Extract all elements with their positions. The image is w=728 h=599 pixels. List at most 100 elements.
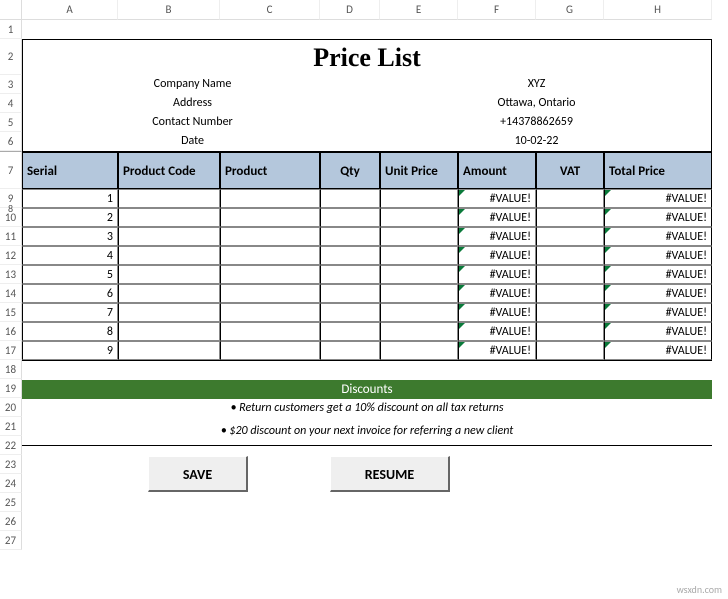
resume-button[interactable]: RESUME <box>330 456 450 492</box>
cell-serial[interactable]: 3 <box>22 227 118 246</box>
cell-unit-price[interactable] <box>380 227 458 246</box>
cell-unit-price[interactable] <box>380 322 458 341</box>
cell-serial[interactable]: 2 <box>22 208 118 227</box>
cell-serial[interactable]: 8 <box>22 322 118 341</box>
th-vat[interactable]: VAT <box>536 152 604 189</box>
cell-product[interactable] <box>220 341 320 360</box>
row-header[interactable]: 5 <box>0 113 22 132</box>
col-header-f[interactable]: F <box>458 0 536 20</box>
row-header[interactable]: 10 <box>0 208 22 227</box>
th-product-code[interactable]: Product Code <box>118 152 220 189</box>
cell-product[interactable] <box>220 246 320 265</box>
cell-vat[interactable] <box>536 341 604 360</box>
cell-qty[interactable] <box>320 303 380 322</box>
cell-qty[interactable] <box>320 265 380 284</box>
row-header[interactable]: 20 <box>0 398 22 417</box>
cell-qty[interactable] <box>320 341 380 360</box>
cell-amount[interactable]: #VALUE! <box>458 246 536 265</box>
cell-qty[interactable] <box>320 246 380 265</box>
cell-amount[interactable]: #VALUE! <box>458 265 536 284</box>
col-header-a[interactable]: A <box>22 0 118 20</box>
company-name-value[interactable]: XYZ <box>362 75 711 94</box>
cell-serial[interactable]: 1 <box>22 189 118 208</box>
cell-qty[interactable] <box>320 322 380 341</box>
cell-total[interactable]: #VALUE! <box>604 322 712 341</box>
contact-label[interactable]: Contact Number <box>23 113 362 132</box>
row-header[interactable]: 78 <box>0 151 22 189</box>
row-header[interactable]: 4 <box>0 94 22 113</box>
cell-total[interactable]: #VALUE! <box>604 341 712 360</box>
cell-serial[interactable]: 6 <box>22 284 118 303</box>
select-all-corner[interactable] <box>0 0 22 20</box>
row-header[interactable]: 14 <box>0 284 22 303</box>
cell-total[interactable]: #VALUE! <box>604 303 712 322</box>
col-header-d[interactable]: D <box>320 0 380 20</box>
cell-product[interactable] <box>220 322 320 341</box>
date-label[interactable]: Date <box>23 132 362 151</box>
row-header[interactable]: 11 <box>0 227 22 246</box>
cell-amount[interactable]: #VALUE! <box>458 189 536 208</box>
cell-product-code[interactable] <box>118 265 220 284</box>
cell-product-code[interactable] <box>118 246 220 265</box>
row-header[interactable]: 17 <box>0 341 22 360</box>
cell-total[interactable]: #VALUE! <box>604 284 712 303</box>
cell-qty[interactable] <box>320 189 380 208</box>
address-label[interactable]: Address <box>23 94 362 113</box>
row-header[interactable]: 18 <box>0 360 22 379</box>
discount-line-1[interactable]: • Return customers get a 10% discount on… <box>22 399 712 418</box>
cell-product[interactable] <box>220 208 320 227</box>
cell-vat[interactable] <box>536 284 604 303</box>
th-amount[interactable]: Amount <box>458 152 536 189</box>
cell-product-code[interactable] <box>118 303 220 322</box>
cell-amount[interactable]: #VALUE! <box>458 208 536 227</box>
cell-serial[interactable]: 5 <box>22 265 118 284</box>
row-header[interactable]: 3 <box>0 75 22 94</box>
row-header[interactable]: 9 <box>0 189 22 208</box>
cell-unit-price[interactable] <box>380 341 458 360</box>
empty-row[interactable] <box>22 361 712 380</box>
cell-amount[interactable]: #VALUE! <box>458 341 536 360</box>
cell-product[interactable] <box>220 227 320 246</box>
contact-value[interactable]: +14378862659 <box>362 113 711 132</box>
th-product[interactable]: Product <box>220 152 320 189</box>
th-unit-price[interactable]: Unit Price <box>380 152 458 189</box>
cell-unit-price[interactable] <box>380 303 458 322</box>
cell-product[interactable] <box>220 265 320 284</box>
cell-product[interactable] <box>220 284 320 303</box>
cell-vat[interactable] <box>536 322 604 341</box>
save-button[interactable]: SAVE <box>148 456 248 492</box>
row-header[interactable]: 2 <box>0 39 22 75</box>
cell-product-code[interactable] <box>118 189 220 208</box>
cell-vat[interactable] <box>536 227 604 246</box>
cell-amount[interactable]: #VALUE! <box>458 303 536 322</box>
row-header[interactable]: 23 <box>0 455 22 474</box>
company-name-label[interactable]: Company Name <box>23 75 362 94</box>
cell-qty[interactable] <box>320 208 380 227</box>
cell-unit-price[interactable] <box>380 208 458 227</box>
col-header-g[interactable]: G <box>536 0 604 20</box>
row-header[interactable]: 25 <box>0 493 22 512</box>
row-header[interactable]: 26 <box>0 512 22 531</box>
cell-vat[interactable] <box>536 189 604 208</box>
cell-amount[interactable]: #VALUE! <box>458 227 536 246</box>
row-header[interactable]: 13 <box>0 265 22 284</box>
cell-product-code[interactable] <box>118 322 220 341</box>
col-header-c[interactable]: C <box>220 0 320 20</box>
th-qty[interactable]: Qty <box>320 152 380 189</box>
row-header[interactable]: 24 <box>0 474 22 493</box>
cell-unit-price[interactable] <box>380 189 458 208</box>
row-header[interactable]: 15 <box>0 303 22 322</box>
cell-product-code[interactable] <box>118 341 220 360</box>
cell-total[interactable]: #VALUE! <box>604 265 712 284</box>
col-header-b[interactable]: B <box>118 0 220 20</box>
cell-vat[interactable] <box>536 246 604 265</box>
discounts-header[interactable]: Discounts <box>22 380 712 399</box>
cell-vat[interactable] <box>536 265 604 284</box>
date-value[interactable]: 10-02-22 <box>362 132 711 151</box>
col-header-h[interactable]: H <box>604 0 712 20</box>
col-header-e[interactable]: E <box>380 0 458 20</box>
cell-product[interactable] <box>220 189 320 208</box>
row-header[interactable]: 16 <box>0 322 22 341</box>
cell-serial[interactable]: 9 <box>22 341 118 360</box>
cell-total[interactable]: #VALUE! <box>604 246 712 265</box>
